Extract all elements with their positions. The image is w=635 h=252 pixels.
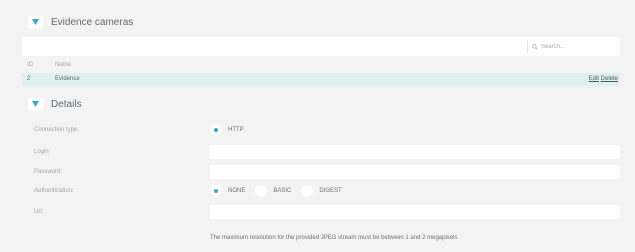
table-toolbar — [22, 37, 620, 56]
row-actions: Edit Delete — [589, 76, 618, 82]
evidence-cameras-header[interactable]: Evidence cameras — [28, 14, 133, 30]
radio-none[interactable]: NONE — [210, 185, 245, 197]
radio-button[interactable] — [301, 185, 314, 197]
radio-label: NONE — [228, 188, 246, 194]
login-label: Login — [34, 149, 49, 155]
delete-link[interactable]: Delete — [601, 76, 618, 82]
row-id: 2 — [27, 76, 31, 82]
radio-label: HTTP — [228, 127, 244, 133]
password-field[interactable] — [210, 165, 620, 179]
triangle-down-icon — [32, 101, 39, 107]
url-field[interactable] — [210, 205, 620, 219]
password-label: Password: — [34, 169, 63, 175]
connection-type-label: Connection type: — [34, 127, 80, 133]
column-header-name[interactable]: Name — [55, 62, 71, 68]
radio-button[interactable] — [255, 185, 268, 197]
radio-label: DIGEST — [319, 188, 342, 194]
section-title: Details — [51, 98, 82, 110]
search-input[interactable] — [541, 43, 591, 50]
url-label: Url: — [34, 209, 44, 215]
column-header-id[interactable]: ID — [27, 62, 33, 68]
table-header: ID Name — [22, 60, 620, 71]
radio-basic[interactable]: BASIC — [255, 185, 291, 197]
table-row[interactable]: 2 Evidence Edit Delete — [22, 73, 620, 86]
resolution-note: The maximum resolution for the provided … — [210, 235, 458, 241]
authentication-radio-group: NONE BASIC DIGEST — [210, 185, 352, 197]
edit-link[interactable]: Edit — [589, 76, 599, 82]
section-title: Evidence cameras — [51, 16, 134, 28]
collapse-toggle-button[interactable] — [28, 15, 43, 29]
radio-http[interactable]: HTTP — [210, 124, 244, 136]
details-header[interactable]: Details — [28, 96, 82, 112]
search-box[interactable] — [527, 40, 596, 53]
authentication-label: Authentication: — [34, 188, 74, 194]
radio-label: BASIC — [273, 188, 292, 194]
radio-button[interactable] — [210, 185, 222, 197]
triangle-down-icon — [32, 19, 39, 25]
login-field[interactable] — [210, 145, 620, 159]
radio-digest[interactable]: DIGEST — [301, 185, 342, 197]
collapse-toggle-button[interactable] — [28, 97, 43, 111]
row-name: Evidence — [55, 76, 80, 82]
search-icon — [532, 43, 538, 50]
radio-button[interactable] — [210, 124, 222, 136]
connection-type-radio-group: HTTP — [210, 124, 254, 136]
